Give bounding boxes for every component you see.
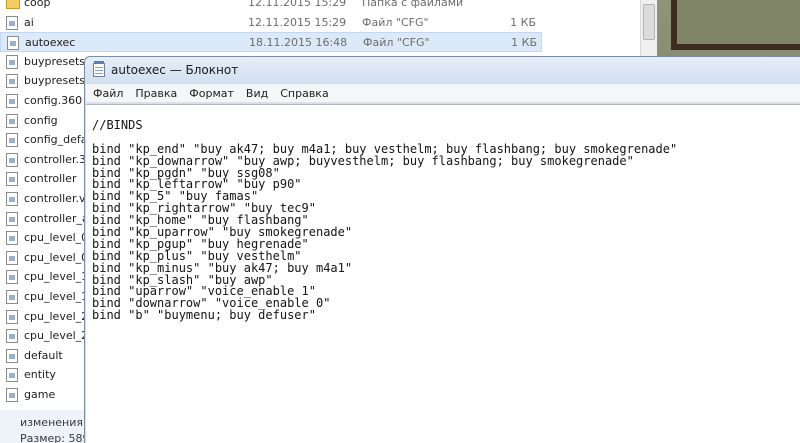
details-pane: изменения: 18.1 Размер: 589 [0, 410, 115, 443]
file-icon [6, 74, 18, 89]
file-name: default [24, 348, 63, 362]
file-name: controller_a [24, 211, 86, 225]
notepad-window[interactable]: autoexec — Блокнот Файл Правка Формат Вид Сп… [84, 56, 800, 443]
folder-icon [6, 0, 20, 9]
file-name: config [24, 113, 58, 127]
file-name: cpu_level_2_ [24, 329, 86, 343]
file-type: Файл "CFG" [363, 36, 430, 50]
file-date: 18.11.2015 16:48 [249, 36, 348, 50]
file-icon [6, 348, 18, 363]
file-row[interactable]: ai 12.11.2015 15:29 Файл "CFG" 1 КБ [0, 13, 560, 33]
file-row[interactable]: autoexec 18.11.2015 16:48 Файл "CFG" 1 КБ [0, 32, 542, 53]
file-icon [6, 329, 18, 344]
file-name: cpu_level_1_ [24, 290, 86, 303]
title-bar[interactable]: autoexec — Блокнот [85, 57, 800, 83]
file-icon [6, 211, 18, 226]
file-name: game [24, 388, 56, 401]
file-icon [6, 113, 18, 128]
file-row[interactable]: coop 12.11.2015 15:29 Папка с файлами [0, 0, 560, 13]
file-name: autoexec [25, 36, 76, 50]
menu-bar: Файл Правка Формат Вид Справка [86, 84, 800, 103]
file-name: cpu_level_1_ [24, 270, 86, 284]
window-title: autoexec — Блокнот [111, 63, 239, 77]
file-name: entity [24, 368, 56, 382]
file-size: 1 КБ [511, 36, 537, 50]
file-name: config_defa [24, 133, 86, 147]
file-icon [6, 290, 18, 304]
file-name: controller [24, 172, 77, 186]
file-icon [6, 54, 18, 69]
text-line: bind "b" "buymenu; buy defuser" [92, 308, 316, 323]
file-icon [6, 152, 18, 167]
file-icon [6, 250, 18, 265]
file-icon [6, 309, 18, 324]
file-icon [6, 133, 18, 148]
menu-view[interactable]: Вид [240, 84, 274, 103]
status-size: Размер: 589 [20, 432, 90, 443]
file-name: ai [24, 15, 34, 29]
file-date: 12.11.2015 15:29 [248, 15, 347, 29]
desktop-wallpaper-detail [671, 0, 800, 50]
file-name: controller.36 [24, 152, 86, 166]
file-icon [6, 388, 18, 402]
file-name: buypresets [24, 54, 86, 68]
file-type: Файл "CFG" [362, 15, 429, 29]
file-name: cpu_level_2_ [24, 309, 86, 323]
text-line: //BINDS [92, 118, 143, 132]
scrollbar-thumb[interactable] [643, 4, 655, 40]
menu-edit[interactable]: Правка [129, 84, 183, 103]
notepad-icon[interactable] [93, 61, 105, 77]
menu-file[interactable]: Файл [86, 84, 129, 103]
file-type: Папка с файлами [362, 0, 464, 9]
menu-format[interactable]: Формат [183, 84, 240, 103]
file-icon [7, 36, 19, 51]
menu-help[interactable]: Справка [274, 84, 334, 103]
file-name: controller.v [24, 192, 86, 205]
file-icon [6, 192, 18, 206]
file-icon [6, 15, 18, 30]
file-icon [6, 172, 18, 187]
file-icon [6, 231, 18, 246]
file-name: cpu_level_0_ [24, 250, 86, 264]
file-size: 1 КБ [510, 15, 536, 29]
file-icon [6, 270, 18, 285]
file-name: cpu_level_0_ [24, 231, 86, 245]
file-date: 12.11.2015 15:29 [248, 0, 347, 9]
file-name: coop [24, 0, 51, 9]
file-icon [6, 94, 18, 108]
text-editor-area[interactable]: //BINDS bind "kp_end" "buy ak47; buy m4a1… [86, 104, 800, 443]
file-icon [6, 368, 18, 383]
file-name: buypresets [24, 74, 86, 88]
file-name: config.360 [24, 94, 83, 107]
